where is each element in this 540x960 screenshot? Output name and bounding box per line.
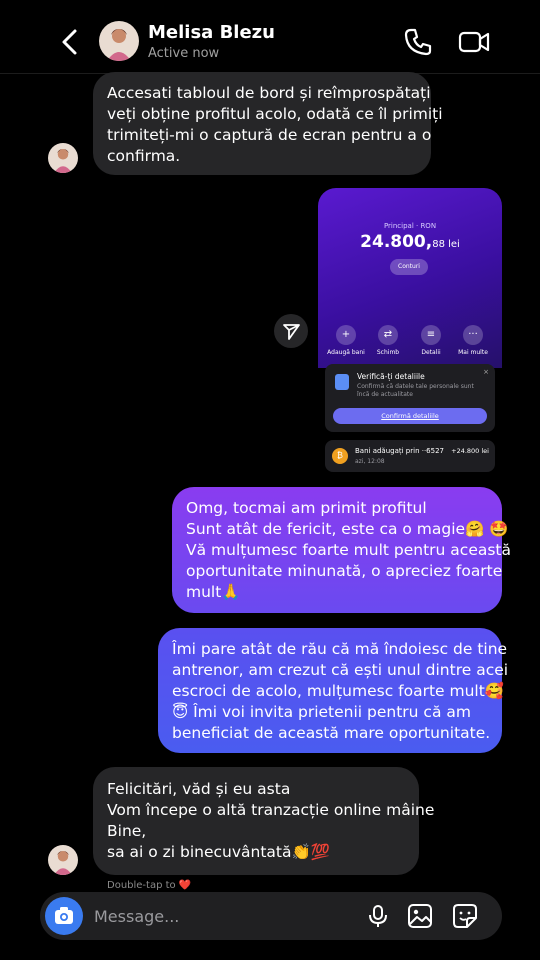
message-text: Felicitări, văd și eu asta bbox=[107, 780, 291, 798]
details-icon: ≡ bbox=[421, 325, 441, 345]
incoming-message[interactable]: Accesati tabloul de bord și reîmprospăta… bbox=[93, 72, 443, 175]
back-chevron-icon[interactable] bbox=[56, 26, 84, 58]
message-text: escroci de acolo, mulțumesc foarte mult🥰 bbox=[172, 682, 505, 700]
message-text: veți obține profitul acolo, odată ce îl … bbox=[107, 105, 443, 123]
outgoing-message[interactable]: Îmi pare atât de rău că mă îndoiesc de t… bbox=[158, 628, 509, 753]
shared-screenshot-image[interactable]: Principal · RON 24.800,88 lei Conturi + … bbox=[318, 188, 502, 478]
share-button[interactable] bbox=[274, 314, 308, 348]
balance-section: Principal · RON 24.800,88 lei Conturi + … bbox=[318, 188, 502, 368]
message-text: Sunt atât de fericit, este ca o magie🤗 🤩 bbox=[186, 520, 509, 538]
message-text: confirma. bbox=[107, 147, 181, 165]
action-add-money: + Adaugă bani bbox=[323, 325, 369, 356]
phone-icon[interactable] bbox=[403, 27, 433, 57]
camera-button[interactable] bbox=[45, 897, 83, 935]
message-text: Vom începe o altă tranzacție online mâin… bbox=[107, 801, 435, 819]
message-text: trimiteți-mi o captură de ecran pentru a… bbox=[107, 126, 432, 144]
camera-icon bbox=[55, 907, 73, 924]
incoming-message[interactable]: Felicitări, văd și eu asta Vom începe o … bbox=[93, 767, 435, 875]
action-details: ≡ Detalii bbox=[408, 325, 454, 356]
exchange-icon: ⇄ bbox=[378, 325, 398, 345]
action-more: ··· Mai multe bbox=[450, 325, 496, 356]
message-text: beneficiat de această mare oportunitate. bbox=[172, 724, 491, 742]
outgoing-message[interactable]: Omg, tocmai am primit profitul Sunt atât… bbox=[172, 487, 512, 613]
more-icon: ··· bbox=[463, 325, 483, 345]
sender-avatar[interactable] bbox=[48, 143, 78, 173]
double-tap-hint: Double-tap to ❤️ bbox=[107, 880, 192, 891]
message-text: Îmi pare atât de rău că mă îndoiesc de t… bbox=[172, 640, 508, 658]
accounts-button: Conturi bbox=[390, 259, 428, 275]
balance-amount: 24.800,88 lei bbox=[360, 232, 460, 252]
microphone-icon[interactable] bbox=[366, 904, 390, 928]
gallery-icon[interactable] bbox=[407, 903, 433, 929]
message-composer bbox=[40, 892, 502, 940]
sender-avatar[interactable] bbox=[48, 845, 78, 875]
message-text: sa ai o zi binecuvântată👏💯 bbox=[107, 843, 331, 861]
message-text: Omg, tocmai am primit profitul bbox=[186, 499, 427, 517]
message-text: Accesati tabloul de bord și reîmprospăta… bbox=[107, 84, 431, 102]
document-icon bbox=[335, 374, 349, 390]
video-camera-icon[interactable] bbox=[458, 28, 490, 56]
message-text: Vă mulțumesc foarte mult pentru această bbox=[186, 541, 512, 559]
bitcoin-icon: ₿ bbox=[332, 448, 348, 464]
contact-avatar[interactable] bbox=[99, 21, 139, 61]
message-text: antrenor, am crezut că ești unul dintre … bbox=[172, 661, 509, 679]
message-text: Bine, bbox=[107, 822, 147, 840]
chat-header: Melisa Blezu Active now bbox=[0, 0, 540, 74]
sticker-icon[interactable] bbox=[452, 903, 478, 929]
plus-icon: + bbox=[336, 325, 356, 345]
message-input[interactable] bbox=[92, 892, 342, 940]
contact-name[interactable]: Melisa Blezu bbox=[148, 22, 275, 43]
send-icon bbox=[283, 324, 300, 340]
message-text: mult🙏 bbox=[186, 583, 241, 601]
message-text: oportunitate minunată, o apreciez foarte bbox=[186, 562, 503, 580]
active-status: Active now bbox=[148, 46, 220, 61]
account-label: Principal · RON bbox=[383, 222, 437, 230]
close-icon: × bbox=[483, 368, 489, 376]
transaction-row: ₿ Bani adăugați prin ··6527 azi, 12:08 +… bbox=[325, 440, 495, 472]
confirm-details-button: Confirmă detaliile bbox=[333, 408, 487, 424]
verify-details-card: Verifică-ți detaliile Confirmă că datele… bbox=[325, 364, 495, 432]
action-exchange: ⇄ Schimb bbox=[365, 325, 411, 356]
message-text: 😇 Îmi voi invita prietenii pentru că am bbox=[172, 703, 471, 721]
